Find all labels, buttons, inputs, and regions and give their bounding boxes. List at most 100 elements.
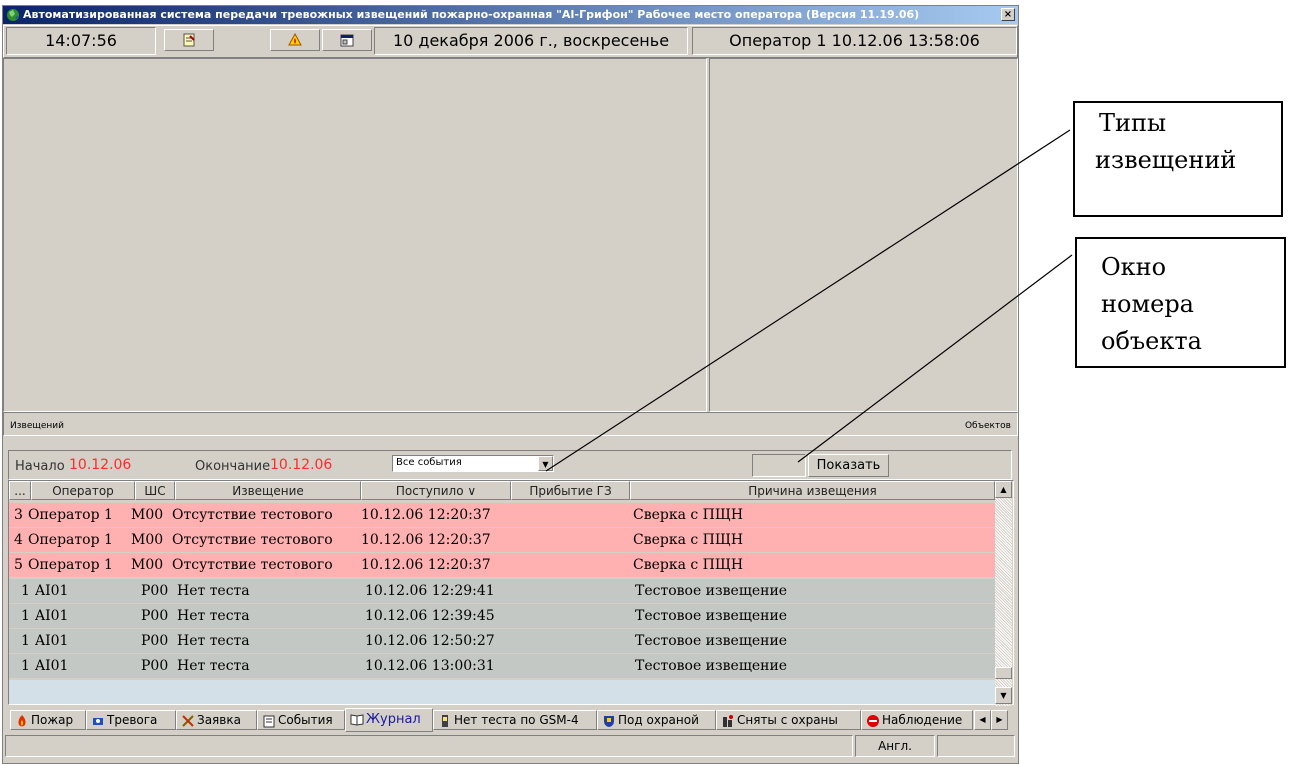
row-event: Нет теста xyxy=(177,633,250,649)
row-num: 1 xyxy=(21,633,30,649)
tab-monitoring[interactable]: Наблюдение xyxy=(861,710,973,730)
events-panel[interactable] xyxy=(3,58,707,412)
tab-fire[interactable]: Пожар xyxy=(10,710,86,730)
row-event: Нет теста xyxy=(177,658,250,674)
row-num: 5 xyxy=(14,557,23,573)
tab-scroll-left-icon[interactable]: ◀ xyxy=(974,710,991,730)
top-toolbar: 14:07:56 10 декабря 2006 г., воскресенье… xyxy=(3,25,1018,58)
col-header-menu[interactable]: ... xyxy=(9,481,31,500)
table-row[interactable]: 1 AI01 P00 Нет теста 10.12.06 12:29:41 Т… xyxy=(9,579,995,603)
row-operator: AI01 xyxy=(35,583,69,599)
properties-icon xyxy=(340,34,354,47)
status-bar: Англ. xyxy=(2,734,1017,758)
row-zone: P00 xyxy=(141,658,169,674)
scroll-thumb[interactable] xyxy=(995,667,1012,679)
phone-icon xyxy=(442,715,448,727)
note-icon xyxy=(183,33,195,47)
tab-no-test-gsm[interactable]: Нет теста по GSM-4 xyxy=(433,710,597,730)
app-globe-icon xyxy=(7,9,19,21)
scroll-up-icon[interactable]: ▲ xyxy=(995,481,1012,498)
col-header-operator[interactable]: Оператор xyxy=(31,481,135,500)
col-header-zone[interactable]: ШС xyxy=(135,481,175,500)
row-zone: P00 xyxy=(141,633,169,649)
tab-alarm[interactable]: Тревога xyxy=(86,710,176,730)
stop-icon xyxy=(867,715,879,727)
row-received: 10.12.06 12:39:45 xyxy=(365,608,495,624)
event-type-select[interactable]: Все события ▼ xyxy=(392,455,554,472)
callout-line: объекта xyxy=(1101,327,1202,355)
object-number-field[interactable] xyxy=(752,454,806,477)
close-button[interactable]: × xyxy=(1001,8,1015,21)
shield-icon xyxy=(604,716,614,727)
note-button[interactable] xyxy=(164,29,214,51)
row-reason: Тестовое извещение xyxy=(635,633,788,649)
callout-line: Типы xyxy=(1099,109,1167,137)
table-row[interactable]: 5 Оператор 1 M00 Отсутствие тестового 10… xyxy=(9,553,995,577)
row-zone: M00 xyxy=(131,557,164,573)
col-header-received[interactable]: Поступило ∨ xyxy=(361,481,511,500)
journal-icon xyxy=(350,714,364,726)
callout-event-types: Типы извещений xyxy=(1073,101,1283,217)
row-operator: Оператор 1 xyxy=(28,532,113,548)
journal-table: ... Оператор ШС Извещение Поступило ∨ Пр… xyxy=(8,480,1014,706)
col-header-arrival[interactable]: Прибытие ГЗ xyxy=(511,481,630,500)
alarm-icon xyxy=(93,718,103,725)
row-operator: AI01 xyxy=(35,608,69,624)
events-icon xyxy=(263,715,275,728)
tab-request[interactable]: Заявка xyxy=(176,710,257,730)
window-title: Автоматизированная система передачи трев… xyxy=(23,8,920,21)
clock-display: 14:07:56 xyxy=(6,27,156,55)
table-row[interactable]: 1 AI01 P00 Нет теста 10.12.06 12:50:27 Т… xyxy=(9,629,995,653)
tab-scroll-right-icon[interactable]: ▶ xyxy=(991,710,1008,730)
show-button[interactable]: Показать xyxy=(808,454,889,477)
fire-icon xyxy=(18,715,26,727)
row-event: Нет теста xyxy=(177,583,250,599)
row-operator: AI01 xyxy=(35,658,69,674)
row-event: Отсутствие тестового xyxy=(172,532,333,548)
row-received: 10.12.06 12:29:41 xyxy=(365,583,495,599)
scroll-down-icon[interactable]: ▼ xyxy=(995,687,1012,704)
tab-unguarded[interactable]: Сняты с охраны xyxy=(716,710,861,730)
table-empty-area xyxy=(9,680,995,704)
objects-panel[interactable] xyxy=(709,58,1018,412)
row-event: Отсутствие тестового xyxy=(172,507,333,523)
fire-alarm-button[interactable] xyxy=(270,29,320,51)
start-date-value[interactable]: 10.12.06 xyxy=(69,457,131,473)
table-row[interactable]: 1 AI01 P00 Нет теста 10.12.06 12:39:45 Т… xyxy=(9,604,995,628)
row-reason: Сверка с ПЩН xyxy=(633,557,744,573)
col-header-event[interactable]: Извещение xyxy=(175,481,361,500)
callout-object-number: Окно номера объекта xyxy=(1075,237,1286,368)
table-row[interactable]: 3 Оператор 1 M00 Отсутствие тестового 10… xyxy=(9,503,995,527)
title-bar[interactable]: Автоматизированная система передачи трев… xyxy=(3,6,1018,24)
row-event: Отсутствие тестового xyxy=(172,557,333,573)
tab-strip: Пожар Тревога Заявка События Журнал Нет … xyxy=(8,708,1016,732)
row-operator: AI01 xyxy=(35,633,69,649)
table-scrollbar[interactable]: ▲ ▼ xyxy=(995,481,1012,706)
tab-journal[interactable]: Журнал xyxy=(345,708,433,732)
unguarded-icon xyxy=(723,715,733,727)
filter-bar: Начало 10.12.06 Окончание 10.12.06 Все с… xyxy=(8,450,1012,480)
table-row[interactable]: 4 Оператор 1 M00 Отсутствие тестового 10… xyxy=(9,528,995,552)
row-num: 4 xyxy=(14,532,23,548)
row-received: 10.12.06 12:20:37 xyxy=(361,507,491,523)
callout-line: Окно xyxy=(1101,253,1167,281)
tab-events[interactable]: События xyxy=(257,710,345,730)
properties-button[interactable] xyxy=(322,29,372,51)
tab-guarded[interactable]: Под охраной xyxy=(597,710,716,730)
table-row[interactable]: 1 AI01 P00 Нет теста 10.12.06 13:00:31 Т… xyxy=(9,654,995,678)
keyboard-layout[interactable]: Англ. xyxy=(855,735,935,757)
tools-icon xyxy=(182,715,194,727)
chevron-down-icon[interactable]: ▼ xyxy=(538,456,553,471)
row-num: 1 xyxy=(21,658,30,674)
end-date-value[interactable]: 10.12.06 xyxy=(270,457,332,473)
tab-label: Сняты с охраны xyxy=(737,713,838,727)
status-extra xyxy=(937,735,1015,757)
col-header-reason[interactable]: Причина извещения xyxy=(630,481,995,500)
row-received: 10.12.06 12:50:27 xyxy=(365,633,495,649)
table-header: ... Оператор ШС Извещение Поступило ∨ Пр… xyxy=(9,481,995,500)
counter-strip: Извещений Объектов xyxy=(3,412,1018,436)
date-display: 10 декабря 2006 г., воскресенье xyxy=(374,27,688,55)
row-received: 10.12.06 12:20:37 xyxy=(361,532,491,548)
status-main xyxy=(5,735,853,757)
row-zone: P00 xyxy=(141,583,169,599)
